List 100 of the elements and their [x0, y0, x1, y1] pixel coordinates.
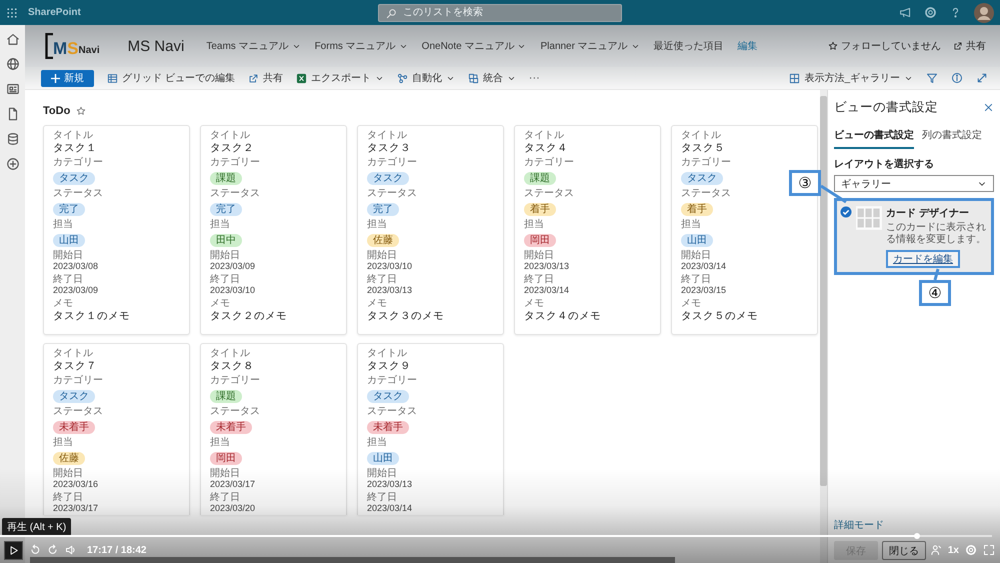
date-value: 2023/03/10 — [367, 261, 414, 272]
grid-icon — [107, 72, 118, 84]
person-icon[interactable] — [930, 544, 942, 556]
nav-item[interactable]: Planner マニュアル — [540, 39, 640, 53]
filter-icon[interactable] — [926, 72, 938, 84]
forward-icon[interactable] — [47, 544, 59, 556]
field-label: ステータス — [367, 406, 418, 417]
field-label: ステータス — [524, 188, 575, 199]
field-label: 開始日 — [367, 468, 398, 479]
settings-icon[interactable] — [924, 6, 937, 19]
gallery-card[interactable]: タイトル タスク７ カテゴリー タスク ステータス 未着手 担当 佐藤 開始日 2023/03/16 終了日 2023/03/17 — [43, 343, 190, 515]
field-label: 担当 — [210, 219, 231, 230]
gallery-card[interactable]: タイトル タスク８ カテゴリー 課題 ステータス 未着手 担当 岡田 開始日 2023/03/17 終了日 2023/03/20 — [200, 343, 347, 515]
site-logo[interactable]: MSNavi — [45, 33, 100, 59]
nav-item[interactable]: Forms マニュアル — [314, 39, 408, 53]
edit-card-link[interactable]: カードを編集 — [886, 250, 960, 268]
home-icon[interactable] — [6, 32, 20, 46]
view-switcher[interactable]: 表示方法_ギャラリー — [789, 71, 913, 85]
callout-number: ③ — [789, 170, 821, 196]
field-value: タスク８ — [210, 359, 255, 373]
search-field[interactable]: このリストを検索 — [378, 4, 622, 22]
close-button[interactable]: 閉じる — [882, 541, 926, 560]
toolbar-button[interactable]: 共有 — [248, 71, 283, 85]
field-label: カテゴリー — [53, 157, 104, 168]
site-name[interactable]: MS Navi — [128, 38, 184, 54]
gallery-card[interactable]: タイトル タスク９ カテゴリー タスク ステータス 未着手 担当 山田 開始日 2023/03/13 終了日 2023/03/14 — [357, 343, 504, 515]
field-label: カテゴリー — [53, 375, 104, 386]
star-icon[interactable] — [76, 106, 86, 116]
tag: 佐藤 — [367, 234, 399, 247]
nav-item[interactable]: OneNote マニュアル — [422, 39, 526, 53]
field-label: 開始日 — [524, 250, 555, 261]
tag: タスク — [681, 172, 723, 185]
share-button[interactable]: 共有 — [953, 39, 986, 53]
close-icon[interactable] — [983, 102, 994, 113]
toolbar-button[interactable]: エクスポート — [296, 71, 384, 85]
globe-icon[interactable] — [6, 57, 20, 71]
nav-item[interactable]: 最近使った項目 — [654, 39, 724, 53]
leader-line — [934, 268, 940, 280]
logo-text: Navi — [78, 44, 100, 58]
field-label: 開始日 — [210, 250, 241, 261]
field-label: レイアウトを選択する — [834, 158, 935, 171]
fullscreen-icon[interactable] — [983, 544, 995, 556]
info-icon[interactable] — [951, 72, 963, 84]
field-label: 開始日 — [367, 250, 398, 261]
field-value: タスク４ — [524, 141, 569, 155]
tag: 着手 — [681, 203, 713, 216]
date-value: 2023/03/13 — [367, 285, 414, 296]
gallery-card[interactable]: タイトル タスク３ カテゴリー タスク ステータス 完了 担当 佐藤 開始日 2023/03/10 終了日 2023/03/13 メモ タスク３のメモ — [357, 125, 504, 335]
more-button[interactable]: ··· — [528, 72, 540, 84]
tag: 課題 — [524, 172, 556, 185]
tag: 課題 — [210, 390, 242, 403]
field-label: ステータス — [53, 188, 104, 199]
tab[interactable]: 列の書式設定 — [922, 126, 982, 149]
avatar[interactable] — [974, 2, 994, 22]
excel-icon — [296, 72, 307, 84]
play-button[interactable] — [4, 540, 23, 560]
follow-button[interactable]: フォローしていません — [828, 39, 941, 53]
megaphone-icon[interactable] — [899, 6, 912, 19]
tag: 完了 — [367, 203, 399, 216]
nav-item[interactable]: Teams マニュアル — [206, 39, 301, 53]
check-icon[interactable] — [840, 206, 852, 218]
new-button[interactable]: 新規 — [41, 70, 94, 86]
gallery-card[interactable]: タイトル タスク１ カテゴリー タスク ステータス 完了 担当 山田 開始日 2023/03/08 終了日 2023/03/09 メモ タスク１のメモ — [43, 125, 190, 335]
app-name[interactable]: SharePoint — [28, 7, 81, 18]
card-designer-option[interactable]: カード デザイナー このカードに表示される情報を変更します。 カードを編集 — [834, 198, 994, 275]
share-icon — [953, 41, 963, 51]
field-value: タスク１のメモ — [53, 309, 131, 323]
gallery-card[interactable]: タイトル タスク４ カテゴリー 課題 ステータス 着手 担当 岡田 開始日 2023/03/13 終了日 2023/03/14 メモ タスク４のメモ — [514, 125, 661, 335]
date-value: 2023/03/17 — [210, 479, 256, 490]
field-label: タイトル — [210, 130, 251, 141]
field-label: タイトル — [210, 348, 251, 359]
field-label: カテゴリー — [367, 375, 418, 386]
news-icon[interactable] — [6, 82, 20, 96]
tab[interactable]: ビューの書式設定 — [834, 126, 914, 149]
toolbar-button[interactable]: グリッド ビューでの編集 — [107, 71, 235, 85]
app-launcher-icon[interactable] — [6, 6, 18, 18]
field-label: 担当 — [210, 437, 231, 448]
advanced-mode-link[interactable]: 詳細モード — [834, 518, 994, 532]
field-value: タスク１ — [53, 141, 98, 155]
expand-icon[interactable] — [976, 72, 988, 84]
field-label: ステータス — [367, 188, 418, 199]
field-label: 開始日 — [53, 250, 84, 261]
tag: タスク — [53, 172, 95, 185]
toolbar-button[interactable]: 自動化 — [396, 71, 455, 85]
database-icon[interactable] — [6, 132, 20, 146]
volume-icon[interactable] — [65, 544, 77, 556]
field-label: タイトル — [367, 348, 408, 359]
date-value: 2023/03/10 — [210, 285, 256, 296]
tag: 未着手 — [53, 421, 95, 434]
toolbar-button[interactable]: 統合 — [468, 71, 516, 85]
rewind-icon[interactable] — [29, 544, 41, 556]
field-label: 開始日 — [681, 250, 712, 261]
field-label: 開始日 — [210, 468, 241, 479]
integrate-icon — [468, 72, 479, 84]
scrollbar[interactable] — [820, 96, 827, 486]
add-icon[interactable] — [6, 157, 20, 171]
layout-dropdown[interactable]: ギャラリー — [834, 175, 994, 192]
field-label: 担当 — [367, 219, 388, 230]
scrollbar[interactable] — [30, 557, 675, 563]
gallery-card[interactable]: タイトル タスク２ カテゴリー 課題 ステータス 完了 担当 田中 開始日 2023/03/09 終了日 2023/03/10 メモ タスク２のメモ — [200, 125, 347, 335]
